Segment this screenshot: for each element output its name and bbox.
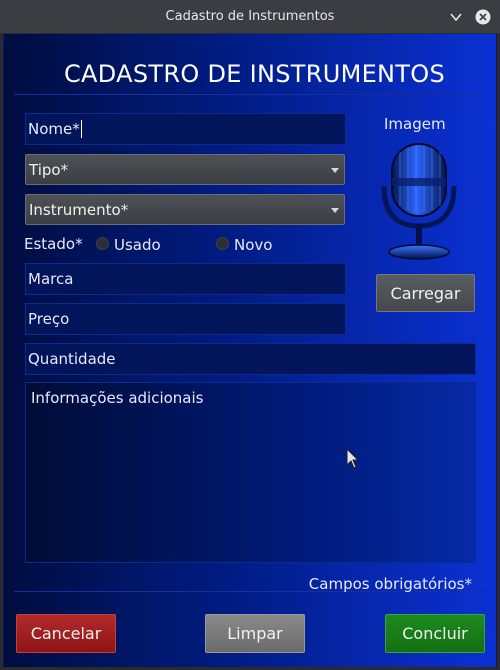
cancelar-button[interactable]: Cancelar [16,614,116,653]
microphone-icon[interactable] [378,140,460,262]
minimize-chevron-icon[interactable] [448,9,464,25]
window-title: Cadastro de Instrumentos [165,9,335,24]
estado-label: Estado* [24,235,83,253]
nome-placeholder: Nome* [28,120,80,138]
marca-placeholder: Marca [28,270,74,288]
nome-input[interactable]: Nome* [25,113,346,145]
info-textarea[interactable]: Informações adicionais [25,382,476,563]
dropdown-arrow-icon [331,208,339,213]
required-fields-note: Campos obrigatórios* [308,575,472,593]
marca-input[interactable]: Marca [25,263,346,295]
quantidade-input[interactable]: Quantidade [25,343,476,375]
info-placeholder: Informações adicionais [31,389,204,407]
image-label: Imagem [384,115,446,133]
text-caret [80,120,82,138]
instrumento-selected-value: Instrumento* [29,200,129,219]
main-window: CADASTRO DE INSTRUMENTOS Nome* Tipo* Ins… [3,34,497,667]
limpar-button[interactable]: Limpar [205,614,305,653]
tipo-select[interactable]: Tipo* [25,154,345,185]
carregar-button[interactable]: Carregar [376,274,475,312]
mouse-cursor-icon [346,448,360,469]
radio-usado-label[interactable]: Usado [114,236,161,254]
close-icon[interactable] [475,9,491,25]
radio-usado[interactable] [96,237,109,250]
tipo-selected-value: Tipo* [29,160,69,179]
instrumento-select[interactable]: Instrumento* [25,194,345,225]
title-bar: Cadastro de Instrumentos [0,0,500,34]
dropdown-arrow-icon [331,168,339,173]
preco-input[interactable]: Preço [25,303,346,335]
radio-novo-label[interactable]: Novo [234,236,272,254]
concluir-button[interactable]: Concluir [385,614,485,653]
radio-novo[interactable] [216,237,229,250]
preco-placeholder: Preço [28,310,70,328]
page-title: CADASTRO DE INSTRUMENTOS [64,60,445,88]
quantidade-placeholder: Quantidade [28,350,116,368]
